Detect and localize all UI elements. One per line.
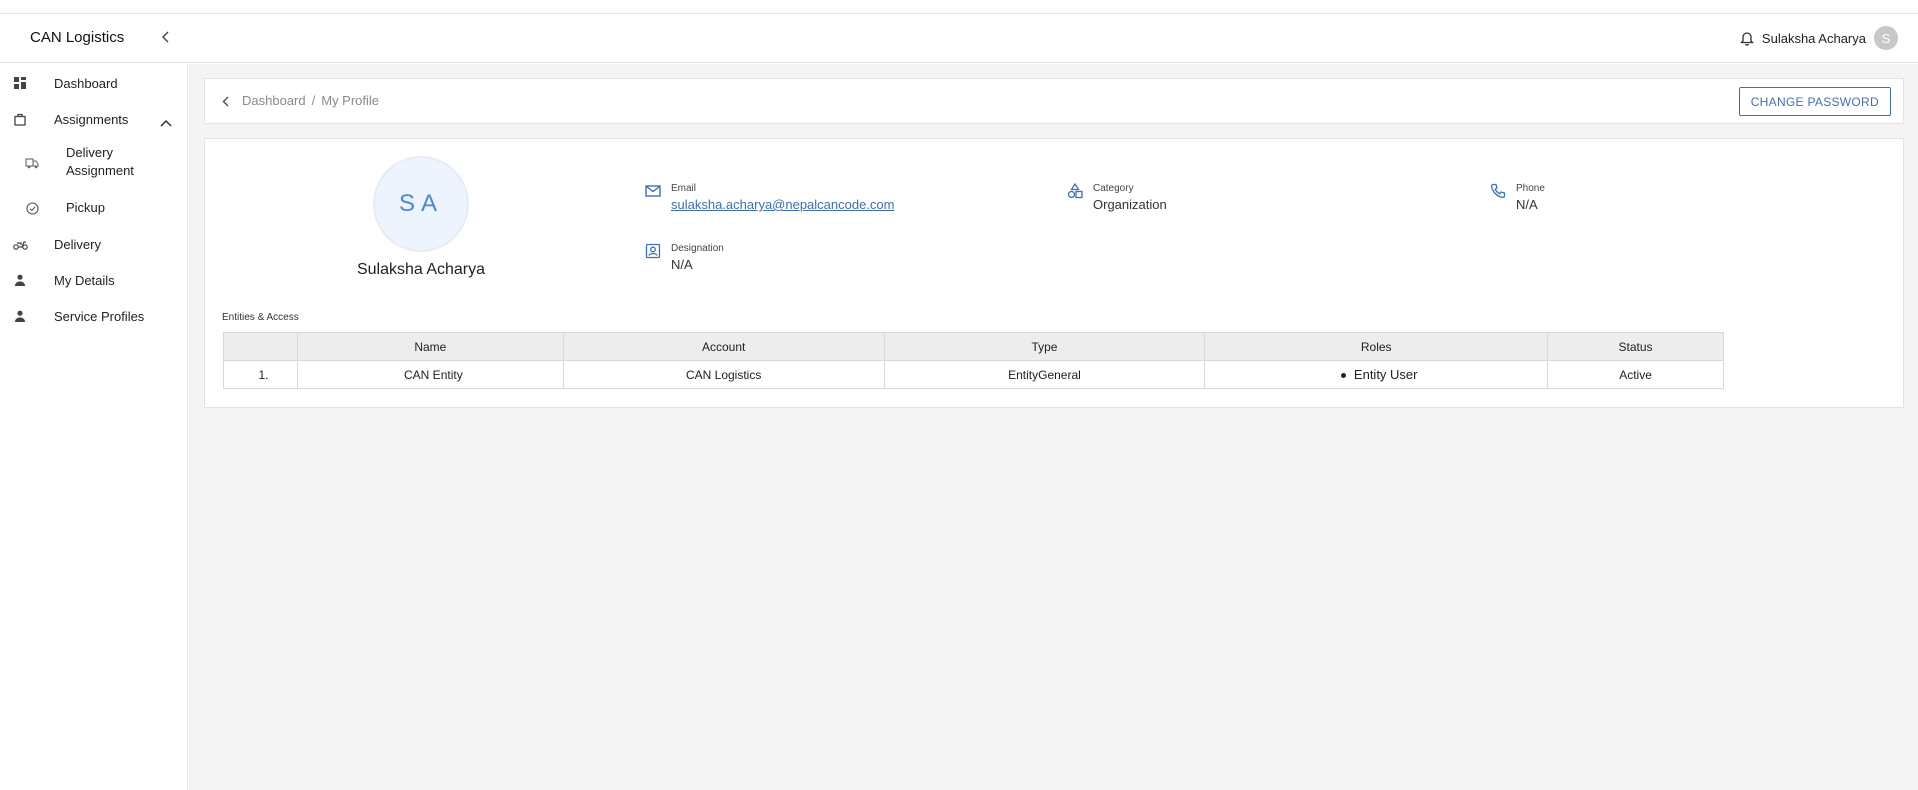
cell-account: CAN Logistics bbox=[562, 360, 885, 389]
category-label: Category bbox=[1093, 183, 1134, 194]
column-header-status: Status bbox=[1547, 332, 1724, 361]
dashboard-icon bbox=[12, 75, 28, 91]
entities-title: Entities & Access bbox=[222, 312, 299, 323]
sidebar-item-label: Delivery Assignment bbox=[66, 144, 134, 180]
profile-card: SA Sulaksha Acharya Email sulaksha.achar… bbox=[204, 138, 1904, 408]
breadcrumb-separator: / bbox=[311, 93, 316, 108]
cell-roles: Entity User bbox=[1204, 360, 1549, 389]
table-row: 1. CAN Entity CAN Logistics EntityGenera… bbox=[223, 360, 1724, 389]
sidebar-item-label: My Details bbox=[54, 272, 115, 288]
app-header: CAN Logistics Sulaksha Acharya S bbox=[0, 14, 1918, 63]
sidebar-item-label-line: Assignment bbox=[66, 163, 134, 178]
sidebar-item-label: Delivery bbox=[54, 236, 101, 252]
entities-table: Name Account Type Roles Status 1. CAN En… bbox=[223, 332, 1724, 389]
sidebar: Dashboard Assignments Delivery Assignmen… bbox=[0, 64, 188, 790]
person-icon bbox=[12, 308, 28, 324]
scooter-icon bbox=[12, 236, 28, 252]
sidebar-item-my-details[interactable]: My Details bbox=[0, 269, 188, 291]
notification-button[interactable] bbox=[1739, 30, 1754, 46]
badge-icon bbox=[645, 243, 661, 259]
check-circle-icon bbox=[24, 200, 40, 216]
phone-value: N/A bbox=[1516, 197, 1538, 212]
phone-field: Phone N/A bbox=[1490, 183, 1690, 217]
breadcrumb-current: My Profile bbox=[321, 93, 380, 108]
top-strip bbox=[0, 0, 1918, 14]
profile-name: Sulaksha Acharya bbox=[356, 261, 486, 278]
breadcrumb: Dashboard / My Profile bbox=[242, 93, 379, 108]
truck-icon bbox=[24, 155, 40, 171]
category-field: Category Organization bbox=[1067, 183, 1267, 217]
header-user-area: Sulaksha Acharya S bbox=[1739, 24, 1898, 52]
chevron-left-icon bbox=[162, 31, 169, 43]
sidebar-item-delivery[interactable]: Delivery bbox=[0, 233, 188, 255]
sidebar-item-label: Pickup bbox=[66, 200, 106, 215]
sidebar-item-label-line: Delivery bbox=[66, 145, 113, 160]
sidebar-item-assignments[interactable]: Assignments bbox=[0, 108, 188, 130]
role-item: Entity User bbox=[1353, 367, 1418, 382]
main-content: Dashboard / My Profile CHANGE PASSWORD S… bbox=[189, 64, 1918, 790]
sidebar-item-label: Service Profiles bbox=[54, 308, 145, 324]
cell-status: Active bbox=[1547, 360, 1724, 389]
sidebar-item-dashboard[interactable]: Dashboard bbox=[0, 72, 188, 94]
bullet-icon bbox=[1340, 373, 1346, 379]
breadcrumb-dashboard[interactable]: Dashboard bbox=[242, 93, 306, 108]
designation-label: Designation bbox=[671, 243, 724, 254]
breadcrumb-bar: Dashboard / My Profile CHANGE PASSWORD bbox=[204, 78, 1904, 124]
column-header-index bbox=[223, 332, 298, 361]
email-field: Email sulaksha.acharya@nepalcancode.com bbox=[645, 183, 965, 217]
sidebar-item-delivery-assignment[interactable]: Delivery Assignment bbox=[0, 144, 188, 182]
phone-label: Phone bbox=[1516, 183, 1545, 194]
cell-name: CAN Entity bbox=[296, 360, 564, 389]
back-button[interactable] bbox=[217, 92, 235, 110]
brand-name: CAN Logistics bbox=[30, 29, 125, 46]
sidebar-item-label: Assignments bbox=[54, 111, 129, 127]
sidebar-item-pickup[interactable]: Pickup bbox=[0, 197, 188, 219]
profile-avatar: SA bbox=[373, 156, 469, 252]
email-link[interactable]: sulaksha.acharya@nepalcancode.com bbox=[671, 197, 895, 212]
bell-icon bbox=[1739, 32, 1754, 46]
column-header-name: Name bbox=[296, 332, 564, 361]
category-icon bbox=[1067, 183, 1083, 199]
phone-icon bbox=[1490, 183, 1506, 199]
column-header-account: Account bbox=[562, 332, 885, 361]
chevron-left-icon bbox=[222, 95, 229, 107]
header-user-name[interactable]: Sulaksha Acharya bbox=[1762, 31, 1866, 46]
mail-icon bbox=[645, 185, 661, 197]
sidebar-item-label: Dashboard bbox=[54, 75, 118, 91]
column-header-type: Type bbox=[883, 332, 1206, 361]
column-header-roles: Roles bbox=[1204, 332, 1549, 361]
sidebar-item-service-profiles[interactable]: Service Profiles bbox=[0, 305, 188, 327]
category-value: Organization bbox=[1093, 197, 1167, 212]
header-avatar[interactable]: S bbox=[1874, 26, 1898, 50]
collapse-sidebar-button[interactable] bbox=[156, 26, 176, 48]
briefcase-icon bbox=[12, 111, 28, 127]
table-header-row: Name Account Type Roles Status bbox=[223, 332, 1724, 361]
designation-value: N/A bbox=[671, 257, 693, 272]
change-password-button[interactable]: CHANGE PASSWORD bbox=[1738, 87, 1891, 116]
designation-field: Designation N/A bbox=[645, 243, 845, 277]
chevron-up-icon bbox=[160, 114, 172, 132]
cell-type: EntityGeneral bbox=[883, 360, 1206, 389]
email-label: Email bbox=[671, 183, 697, 194]
cell-index: 1. bbox=[223, 360, 298, 389]
person-icon bbox=[12, 272, 28, 288]
